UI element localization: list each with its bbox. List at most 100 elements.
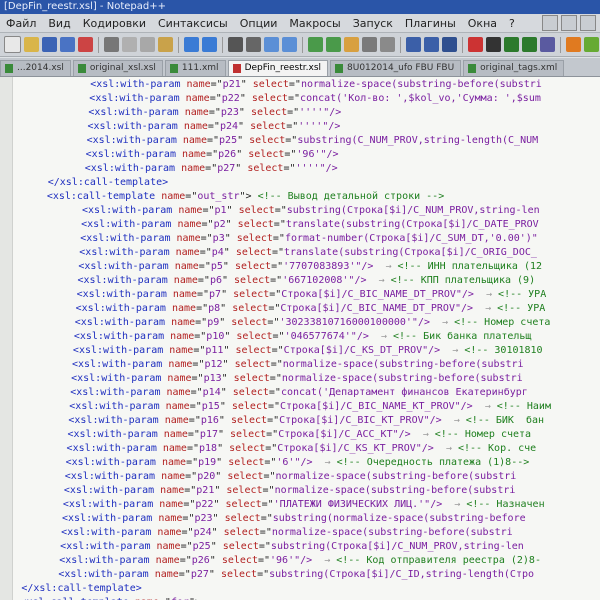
code-line[interactable]: <xsl:with-param name="p26" select="'96'"…	[59, 554, 541, 568]
menu-windows[interactable]: Окна	[462, 17, 503, 30]
doc-map-icon[interactable]	[406, 37, 421, 52]
code-line[interactable]: <xsl:with-param name="p10" select="'0465…	[74, 330, 532, 344]
tab-doc-1[interactable]: ...2014.xsl	[0, 60, 71, 76]
code-line[interactable]: </xsl:call-template>	[21, 582, 141, 596]
word-wrap-icon[interactable]	[344, 37, 359, 52]
menu-plugins[interactable]: Плагины	[399, 17, 462, 30]
code-line[interactable]: <xsl:with-param name="p2" select="transl…	[81, 218, 539, 232]
menu-macros[interactable]: Макросы	[283, 17, 346, 30]
tab-doc-5[interactable]: 8U012014_ufo FBU FBU	[330, 60, 462, 76]
code-line[interactable]: <xsl:with-param name="p16" select="Строк…	[68, 414, 544, 428]
sync-h-icon[interactable]	[326, 37, 341, 52]
zoom-out-icon[interactable]	[282, 37, 297, 52]
sync-v-icon[interactable]	[308, 37, 323, 52]
code-line[interactable]: <xsl:with-param name="p9" select="'30233…	[75, 316, 551, 330]
menu-options[interactable]: Опции	[234, 17, 284, 30]
code-line[interactable]: <xsl:with-param name="p27" select="subst…	[58, 568, 534, 582]
toolbar-separator	[302, 36, 303, 53]
code-line[interactable]: </xsl:call-template>	[48, 176, 168, 190]
cut-icon[interactable]	[122, 37, 137, 52]
code-line[interactable]: <xsl:with-param name="p23" select="subst…	[62, 512, 526, 526]
toolbar-separator	[178, 36, 179, 53]
menu-syntax[interactable]: Синтаксисы	[152, 17, 234, 30]
code-line[interactable]: <xsl:with-param name="p5" select="'77070…	[78, 260, 542, 274]
code-line[interactable]: <xsl:with-param name="p8" select="Строка…	[76, 302, 546, 316]
tab-doc-2[interactable]: original_xsl.xsl	[72, 60, 163, 76]
code-line[interactable]: <xsl:with-param name="p23" select="''''"…	[88, 106, 341, 120]
code-line[interactable]: <xsl:with-param name="p24" select="''''"…	[87, 120, 340, 134]
code-line[interactable]: <xsl:with-param name="p6" select="'66710…	[77, 274, 535, 288]
code-line[interactable]: <xsl:with-param name="p25" select="subst…	[87, 134, 539, 148]
folder-workspace-icon[interactable]	[442, 37, 457, 52]
zoom-in-icon[interactable]	[264, 37, 279, 52]
print-icon[interactable]	[104, 37, 119, 52]
code-line[interactable]: <xsl:call-template name="for">	[20, 596, 201, 600]
window-controls	[542, 15, 600, 31]
minimize-icon[interactable]	[542, 15, 558, 31]
document-tabs: ...2014.xsl original_xsl.xsl 111.xml Dep…	[0, 58, 600, 77]
code-line[interactable]: <xsl:with-param name="p21" select="norma…	[64, 484, 516, 498]
save-icon[interactable]	[42, 37, 57, 52]
find-icon[interactable]	[228, 37, 243, 52]
code-line[interactable]: <xsl:with-param name="p27" select="''''"…	[85, 162, 338, 176]
menu-bar: Файл Вид Кодировки Синтаксисы Опции Макр…	[0, 14, 600, 33]
replace-icon[interactable]	[246, 37, 261, 52]
menu-file[interactable]: Файл	[0, 17, 42, 30]
code-line[interactable]: <xsl:with-param name="p4" select="transl…	[79, 246, 537, 260]
menu-run[interactable]: Запуск	[347, 17, 399, 30]
function-list-icon[interactable]	[424, 37, 439, 52]
code-line[interactable]: <xsl:with-param name="p15" select="Строк…	[69, 400, 551, 414]
code-line[interactable]: <xsl:with-param name="p3" select="format…	[80, 232, 538, 246]
tab-doc-active[interactable]: DepFin_reestr.xsl	[227, 60, 329, 76]
tab-doc-6[interactable]: original_tags.xml	[463, 60, 565, 76]
code-line[interactable]: <xsl:with-param name="p26" select="'96'"…	[86, 148, 339, 162]
close-file-icon[interactable]	[78, 37, 93, 52]
paste-icon[interactable]	[158, 37, 173, 52]
code-line[interactable]: <xsl:with-param name="p14" select="conca…	[70, 386, 528, 400]
plugin-icon[interactable]	[566, 37, 581, 52]
plugin-icon[interactable]	[584, 37, 599, 52]
menu-encoding[interactable]: Кодировки	[77, 17, 152, 30]
code-line[interactable]: <xsl:with-param name="p21" select="norma…	[90, 78, 542, 92]
close-icon[interactable]	[580, 15, 596, 31]
code-line[interactable]: <xsl:with-param name="p11" select="Строк…	[73, 344, 543, 358]
tab-doc-3[interactable]: 111.xml	[164, 60, 226, 76]
code-line[interactable]: <xsl:with-param name="p22" select="conca…	[89, 92, 541, 106]
copy-icon[interactable]	[140, 37, 155, 52]
code-line[interactable]: <xsl:call-template name="out_str"> <!-- …	[47, 190, 444, 204]
menu-help[interactable]: ?	[503, 17, 521, 30]
code-line[interactable]: <xsl:with-param name="p17" select="Строк…	[67, 428, 531, 442]
window-title: [DepFin_reestr.xsl] - Notepad++	[0, 0, 600, 14]
restore-icon[interactable]	[561, 15, 577, 31]
play-macro-icon[interactable]	[504, 37, 519, 52]
code-line[interactable]: <xsl:with-param name="p19" select="'6'"/…	[66, 456, 530, 470]
undo-icon[interactable]	[184, 37, 199, 52]
open-folder-icon[interactable]	[24, 37, 39, 52]
save-all-icon[interactable]	[60, 37, 75, 52]
stop-macro-icon[interactable]	[486, 37, 501, 52]
show-all-chars-icon[interactable]	[362, 37, 377, 52]
code-line[interactable]: <xsl:with-param name="p25" select="subst…	[60, 540, 524, 554]
toolbar	[0, 33, 600, 57]
code-line[interactable]: <xsl:with-param name="p18" select="Строк…	[67, 442, 537, 456]
code-line[interactable]: <xsl:with-param name="p7" select="Строка…	[77, 288, 547, 302]
code-line[interactable]: <xsl:with-param name="p22" select="'ПЛАТ…	[63, 498, 545, 512]
indent-guide-icon[interactable]	[380, 37, 395, 52]
toolbar-separator	[462, 36, 463, 53]
toolbar-separator	[560, 36, 561, 53]
code-line[interactable]: <xsl:with-param name="p20" select="norma…	[65, 470, 517, 484]
record-macro-icon[interactable]	[468, 37, 483, 52]
run-macro-multiple-icon[interactable]	[522, 37, 537, 52]
code-line[interactable]: <xsl:with-param name="p12" select="norma…	[72, 358, 524, 372]
code-line[interactable]: <xsl:with-param name="p13" select="norma…	[71, 372, 523, 386]
fold-margin[interactable]	[0, 77, 13, 600]
toolbar-separator	[400, 36, 401, 53]
code-editor[interactable]: <xsl:with-param name="p21" select="norma…	[0, 77, 600, 600]
code-line[interactable]: <xsl:with-param name="p1" select="substr…	[82, 204, 540, 218]
new-file-icon[interactable]	[4, 36, 21, 53]
redo-icon[interactable]	[202, 37, 217, 52]
save-macro-icon[interactable]	[540, 37, 555, 52]
toolbar-separator	[222, 36, 223, 53]
code-line[interactable]: <xsl:with-param name="p24" select="norma…	[61, 526, 513, 540]
menu-view[interactable]: Вид	[42, 17, 76, 30]
